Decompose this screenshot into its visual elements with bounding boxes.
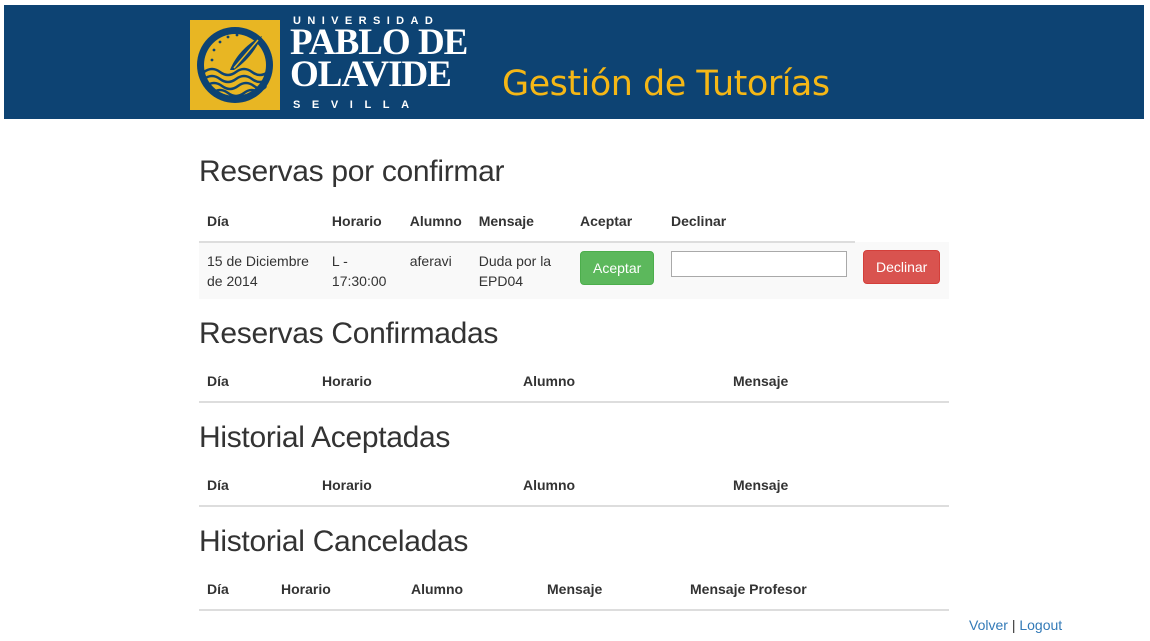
confirmed-table: Día Horario Alumno Mensaje	[199, 361, 949, 403]
cell-decline: Declinar	[854, 242, 949, 299]
logo-name: PABLO DE OLAVIDE	[290, 24, 468, 95]
col-mensaje: Mensaje	[725, 465, 949, 507]
pending-table: Día Horario Alumno Mensaje Aceptar Decli…	[199, 201, 949, 299]
decline-button[interactable]: Declinar	[862, 250, 941, 284]
pending-heading: Reservas por confirmar	[199, 155, 505, 188]
col-mensaje: Mensaje	[539, 569, 682, 611]
history-cancelled-table: Día Horario Alumno Mensaje Mensaje Profe…	[199, 569, 949, 611]
decline-message-input[interactable]	[670, 251, 847, 277]
col-horario: Horario	[323, 201, 402, 243]
logout-link[interactable]: Logout	[1019, 617, 1062, 633]
col-horario: Horario	[314, 361, 515, 403]
confirmed-heading: Reservas Confirmadas	[199, 317, 499, 350]
table-row: 15 de Diciembre de 2014 L - 17:30:00 afe…	[199, 242, 949, 299]
footer-links: Volver | Logout	[969, 617, 1062, 633]
university-seal-icon	[190, 20, 280, 110]
col-alumno: Alumno	[401, 201, 471, 243]
cell-accept: Aceptar	[572, 242, 663, 299]
history-cancelled-heading: Historial Canceladas	[199, 525, 469, 558]
cell-mensaje: Duda por la EPD04	[470, 242, 573, 299]
footer-separator: |	[1011, 617, 1016, 633]
header-banner: UNIVERSIDAD PABLO DE OLAVIDE SEVILLA Ges…	[4, 5, 1144, 119]
logo-name-line2: OLAVIDE	[290, 54, 452, 95]
col-mensaje: Mensaje	[470, 201, 573, 243]
col-dia: Día	[199, 201, 324, 243]
history-cancelled-header-row: Día Horario Alumno Mensaje Mensaje Profe…	[199, 569, 949, 611]
cell-horario: L - 17:30:00	[323, 242, 402, 299]
logo-bottom-text: SEVILLA	[293, 99, 421, 111]
col-alumno: Alumno	[515, 465, 725, 507]
back-link[interactable]: Volver	[969, 617, 1008, 633]
university-logo: UNIVERSIDAD PABLO DE OLAVIDE SEVILLA	[186, 14, 468, 114]
cell-alumno: aferavi	[401, 242, 471, 299]
history-accepted-header-row: Día Horario Alumno Mensaje	[199, 465, 949, 507]
main-content: Reservas por confirmar Día Horario Alumn…	[199, 155, 949, 611]
col-dia: Día	[199, 465, 314, 507]
col-alumno: Alumno	[515, 361, 725, 403]
col-mensaje-profesor: Mensaje Profesor	[682, 569, 949, 611]
cell-dia: 15 de Diciembre de 2014	[199, 242, 324, 299]
history-accepted-table: Día Horario Alumno Mensaje	[199, 465, 949, 507]
pending-header-row: Día Horario Alumno Mensaje Aceptar Decli…	[199, 201, 949, 243]
col-empty	[855, 201, 949, 242]
col-dia: Día	[199, 569, 273, 611]
col-mensaje: Mensaje	[725, 361, 949, 403]
col-declinar: Declinar	[662, 201, 855, 243]
app-title: Gestión de Tutorías	[502, 64, 830, 104]
col-horario: Horario	[273, 569, 403, 611]
history-accepted-heading: Historial Aceptadas	[199, 421, 451, 454]
col-alumno: Alumno	[403, 569, 539, 611]
confirmed-header-row: Día Horario Alumno Mensaje	[199, 361, 949, 403]
cell-decline-message	[662, 242, 855, 299]
col-aceptar: Aceptar	[572, 201, 663, 243]
col-horario: Horario	[314, 465, 515, 507]
accept-button[interactable]: Aceptar	[580, 251, 655, 285]
col-dia: Día	[199, 361, 314, 403]
